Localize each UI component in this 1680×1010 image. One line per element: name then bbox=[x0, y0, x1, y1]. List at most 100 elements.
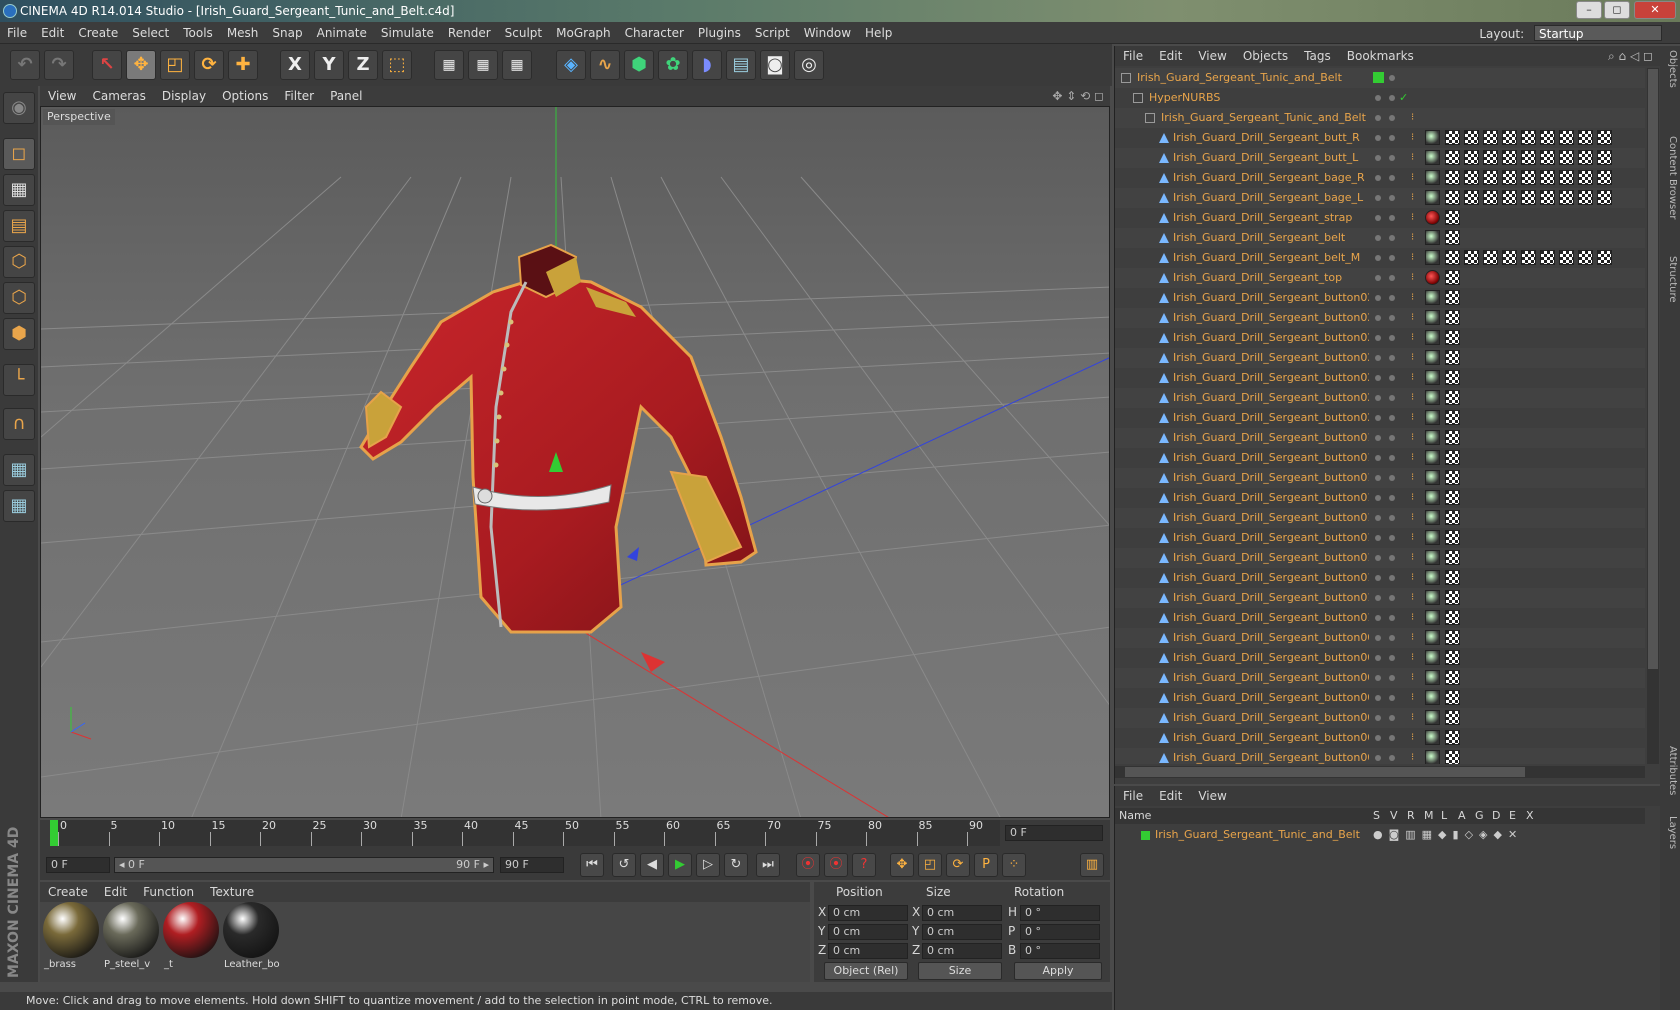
editor-visibility-dot[interactable] bbox=[1375, 415, 1381, 421]
render-visibility-dot[interactable] bbox=[1389, 415, 1395, 421]
render-visibility-dot[interactable] bbox=[1389, 355, 1395, 361]
key-parameter-icon[interactable]: P bbox=[974, 853, 998, 877]
timeline-track[interactable]: 0 5 10 15 20 25 30 35 40 45 50 55 60 65 70 75 80 85 90 bbox=[50, 820, 1000, 846]
texture-tag-icon[interactable] bbox=[1445, 490, 1460, 505]
menu-edit[interactable]: Edit bbox=[34, 22, 71, 44]
texture-tag-icon[interactable] bbox=[1483, 130, 1498, 145]
material-menu-edit[interactable]: Edit bbox=[96, 882, 135, 902]
size-field[interactable]: 0 cm bbox=[922, 905, 1002, 921]
position-field[interactable]: 0 cm bbox=[828, 924, 908, 940]
texture-tag-icon[interactable] bbox=[1578, 250, 1593, 265]
material-tag-icon[interactable] bbox=[1425, 370, 1440, 385]
viewport-menu-view[interactable]: View bbox=[40, 86, 84, 106]
object-row[interactable]: Irish_Guard_Drill_Sergeant_button006 ⁝ bbox=[1115, 688, 1645, 708]
close-button[interactable]: ✕ bbox=[1634, 1, 1676, 19]
editor-visibility-dot[interactable] bbox=[1375, 235, 1381, 241]
layer-menu-edit[interactable]: Edit bbox=[1151, 786, 1190, 806]
menu-mesh[interactable]: Mesh bbox=[220, 22, 266, 44]
frame-range-slider[interactable]: ◂ 0 F 90 F ▸ bbox=[114, 857, 494, 873]
material-tag-icon[interactable] bbox=[1425, 290, 1440, 305]
object-name[interactable]: Irish_Guard_Drill_Sergeant_bage_R bbox=[1173, 168, 1369, 188]
texture-tag-icon[interactable] bbox=[1445, 170, 1460, 185]
object-name[interactable]: Irish_Guard_Drill_Sergeant_button014 bbox=[1173, 528, 1369, 548]
make-editable-icon[interactable]: ◉ bbox=[3, 92, 35, 124]
side-tab-objects[interactable]: Objects bbox=[1662, 50, 1678, 88]
object-row[interactable]: Irish_Guard_Drill_Sergeant_belt ⁝ bbox=[1115, 228, 1645, 248]
object-search-icon[interactable]: ⌕ ⌂ ◁ ◻ bbox=[1608, 46, 1653, 66]
object-name[interactable]: Irish_Guard_Drill_Sergeant_button017 bbox=[1173, 468, 1369, 488]
editor-visibility-dot[interactable] bbox=[1375, 535, 1381, 541]
texture-tag-icon[interactable] bbox=[1597, 190, 1612, 205]
render-visibility-dot[interactable] bbox=[1389, 195, 1395, 201]
texture-tag-icon[interactable] bbox=[1559, 170, 1574, 185]
texture-tag-icon[interactable] bbox=[1464, 170, 1479, 185]
phong-tag-icon[interactable]: ⁝ bbox=[1411, 548, 1414, 568]
phong-tag-icon[interactable]: ⁝ bbox=[1411, 508, 1414, 528]
playhead[interactable] bbox=[50, 820, 58, 846]
menu-render[interactable]: Render bbox=[441, 22, 498, 44]
render-visibility-dot[interactable] bbox=[1389, 555, 1395, 561]
texture-tag-icon[interactable] bbox=[1502, 190, 1517, 205]
object-row[interactable]: Irish_Guard_Drill_Sergeant_button024 ⁝ bbox=[1115, 328, 1645, 348]
editor-visibility-dot[interactable] bbox=[1375, 515, 1381, 521]
object-name[interactable]: Irish_Guard_Drill_Sergeant_belt_M bbox=[1173, 248, 1369, 268]
expand-toggle-icon[interactable] bbox=[1145, 113, 1155, 123]
material-tag-icon[interactable] bbox=[1425, 630, 1440, 645]
material-tag-icon[interactable] bbox=[1425, 530, 1440, 545]
phong-tag-icon[interactable]: ⁝ bbox=[1411, 588, 1414, 608]
phong-tag-icon[interactable]: ⁝ bbox=[1411, 528, 1414, 548]
menu-file[interactable]: File bbox=[0, 22, 34, 44]
cube-primitive-icon[interactable]: ◈ bbox=[556, 50, 586, 80]
render-visibility-dot[interactable] bbox=[1389, 495, 1395, 501]
object-name[interactable]: Irish_Guard_Drill_Sergeant_button021 bbox=[1173, 388, 1369, 408]
rotation-field[interactable]: 0 ° bbox=[1020, 924, 1100, 940]
editor-visibility-dot[interactable] bbox=[1375, 635, 1381, 641]
object-menu-bookmarks[interactable]: Bookmarks bbox=[1339, 46, 1422, 66]
texture-tag-icon[interactable] bbox=[1540, 250, 1555, 265]
material-tag-icon[interactable] bbox=[1425, 670, 1440, 685]
model-mode-icon[interactable]: ◻ bbox=[3, 138, 35, 170]
texture-tag-icon[interactable] bbox=[1445, 510, 1460, 525]
phong-tag-icon[interactable]: ⁝ bbox=[1411, 748, 1414, 764]
viewport-menu-options[interactable]: Options bbox=[214, 86, 276, 106]
render-visibility-dot[interactable] bbox=[1389, 615, 1395, 621]
phong-tag-icon[interactable]: ⁝ bbox=[1411, 568, 1414, 588]
size-mode-dropdown[interactable]: Size bbox=[918, 962, 1002, 980]
object-name[interactable]: Irish_Guard_Drill_Sergeant_butt_L bbox=[1173, 148, 1369, 168]
rotation-field[interactable]: 0 ° bbox=[1020, 943, 1100, 959]
object-tree-scrollbar[interactable] bbox=[1647, 68, 1659, 764]
texture-tag-icon[interactable] bbox=[1445, 250, 1460, 265]
start-frame-field[interactable]: 0 F bbox=[46, 857, 110, 873]
texture-tag-icon[interactable] bbox=[1445, 710, 1460, 725]
menu-help[interactable]: Help bbox=[858, 22, 899, 44]
texture-tag-icon[interactable] bbox=[1464, 190, 1479, 205]
texture-tag-icon[interactable] bbox=[1559, 250, 1574, 265]
side-tab-content-browser[interactable]: Content Browser bbox=[1662, 136, 1678, 219]
texture-tag-icon[interactable] bbox=[1445, 330, 1460, 345]
object-menu-objects[interactable]: Objects bbox=[1235, 46, 1296, 66]
snap-magnet-icon[interactable]: ∩ bbox=[3, 408, 35, 440]
layer-row[interactable]: Irish_Guard_Sergeant_Tunic_and_Belt ●◙▥▦… bbox=[1115, 826, 1645, 844]
menu-snap[interactable]: Snap bbox=[265, 22, 309, 44]
texture-tag-icon[interactable] bbox=[1597, 150, 1612, 165]
editor-visibility-dot[interactable] bbox=[1375, 475, 1381, 481]
layer-row-name[interactable]: Irish_Guard_Sergeant_Tunic_and_Belt bbox=[1155, 826, 1360, 844]
texture-tag-icon[interactable] bbox=[1559, 130, 1574, 145]
editor-visibility-dot[interactable] bbox=[1375, 315, 1381, 321]
material-tag-icon[interactable] bbox=[1425, 590, 1440, 605]
render-visibility-dot[interactable] bbox=[1389, 275, 1395, 281]
phong-tag-icon[interactable]: ⁝ bbox=[1411, 108, 1414, 128]
previous-frame-icon[interactable]: ◀ bbox=[640, 853, 664, 877]
object-row[interactable]: Irish_Guard_Drill_Sergeant_button020 ⁝ bbox=[1115, 408, 1645, 428]
timeline-ruler[interactable]: 0 5 10 15 20 25 30 35 40 45 50 55 60 65 70 75 80 85 90 0 F bbox=[40, 820, 1110, 850]
viewport-menu-panel[interactable]: Panel bbox=[322, 86, 370, 106]
viewport-menu-display[interactable]: Display bbox=[154, 86, 214, 106]
texture-tag-icon[interactable] bbox=[1445, 450, 1460, 465]
editor-visibility-dot[interactable] bbox=[1375, 335, 1381, 341]
texture-tag-icon[interactable] bbox=[1445, 310, 1460, 325]
phong-tag-icon[interactable]: ⁝ bbox=[1411, 208, 1414, 228]
material-tag-icon[interactable] bbox=[1425, 490, 1440, 505]
menu-plugins[interactable]: Plugins bbox=[691, 22, 748, 44]
object-name[interactable]: Irish_Guard_Drill_Sergeant_button025 bbox=[1173, 308, 1369, 328]
editor-visibility-dot[interactable] bbox=[1375, 355, 1381, 361]
